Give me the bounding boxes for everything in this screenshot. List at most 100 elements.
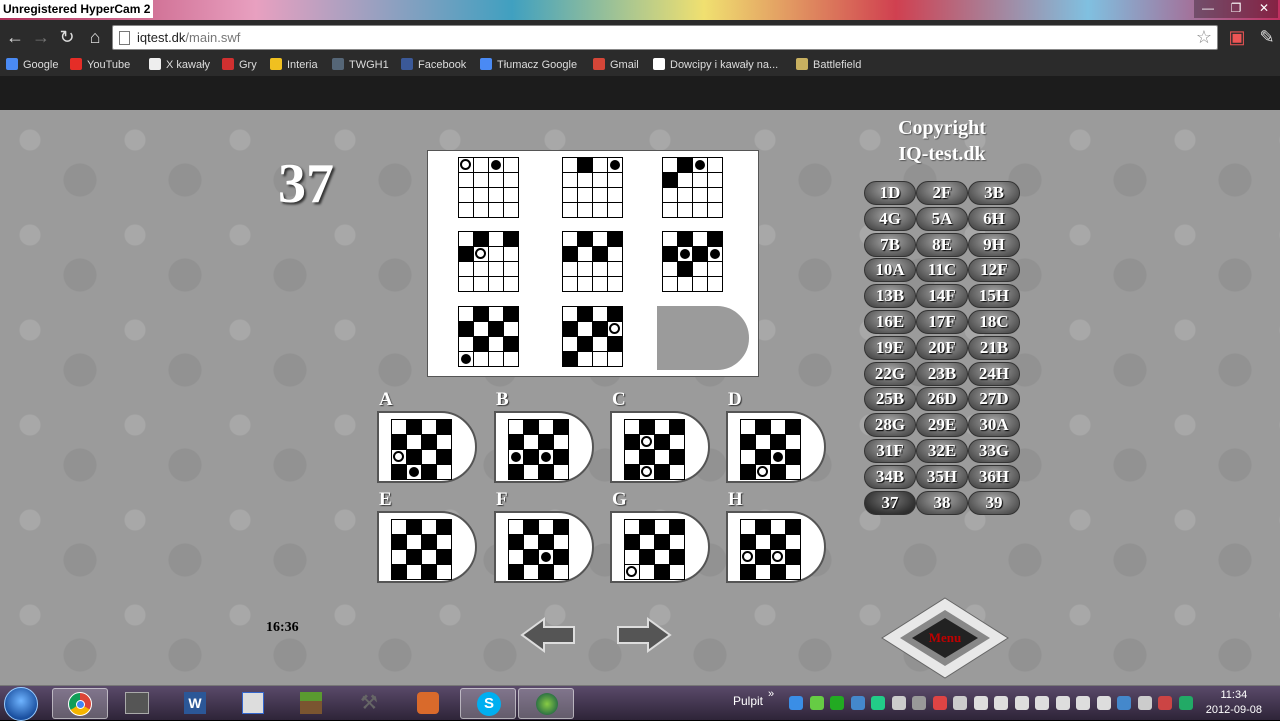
bookmark-10[interactable]: Battlefield bbox=[796, 56, 861, 74]
address-bar[interactable]: iqtest.dk/main.swf ☆ bbox=[112, 25, 1218, 50]
answer-badge[interactable]: 27D bbox=[968, 387, 1020, 412]
tray-icon[interactable] bbox=[1117, 696, 1131, 710]
answer-badge[interactable]: 22G bbox=[864, 361, 916, 386]
forward-icon[interactable]: → bbox=[30, 27, 52, 49]
answer-option-c[interactable] bbox=[610, 411, 710, 483]
bookmark-3[interactable]: Gry bbox=[222, 56, 257, 74]
answer-badge[interactable]: 18C bbox=[968, 310, 1020, 334]
next-arrow-icon[interactable] bbox=[614, 615, 674, 655]
answer-badge[interactable]: 1D bbox=[864, 181, 916, 205]
close-icon[interactable]: ✕ bbox=[1250, 0, 1278, 18]
bookmark-2[interactable]: X kawały bbox=[149, 56, 210, 74]
answer-option-h[interactable] bbox=[726, 511, 826, 583]
tray-icon[interactable] bbox=[1014, 696, 1029, 710]
answer-badge[interactable]: 16E bbox=[864, 310, 916, 334]
tray-icon[interactable] bbox=[994, 696, 1008, 710]
tray-icon[interactable] bbox=[809, 696, 824, 710]
tray-icon[interactable] bbox=[953, 696, 967, 710]
tray-icon[interactable] bbox=[1055, 696, 1070, 710]
bookmark-0[interactable]: Google bbox=[6, 56, 58, 74]
answer-badge[interactable]: 39 bbox=[968, 490, 1020, 515]
tray-icon[interactable] bbox=[1076, 696, 1090, 710]
answer-badge[interactable]: 5A bbox=[916, 206, 968, 231]
answer-badge[interactable]: 7B bbox=[864, 232, 916, 257]
answer-badge[interactable]: 31F bbox=[864, 439, 916, 463]
tray-icon[interactable] bbox=[891, 696, 906, 710]
taskbar-app[interactable] bbox=[110, 688, 166, 719]
clock[interactable]: 11:34 2012-09-08 bbox=[1206, 688, 1262, 718]
answer-badge[interactable]: 9H bbox=[968, 232, 1020, 257]
answer-option-d[interactable] bbox=[726, 411, 826, 483]
taskbar-pickaxe[interactable]: ⚒ bbox=[342, 688, 398, 719]
start-button[interactable] bbox=[4, 687, 38, 721]
answer-badge[interactable]: 13B bbox=[864, 284, 916, 309]
previous-arrow-icon[interactable] bbox=[518, 615, 578, 655]
answer-badge[interactable]: 33G bbox=[968, 439, 1020, 463]
url-text[interactable]: iqtest.dk/main.swf bbox=[137, 30, 240, 45]
answer-badge[interactable]: 23B bbox=[916, 361, 968, 386]
taskbar-messenger[interactable] bbox=[518, 688, 574, 719]
answer-badge[interactable]: 24H bbox=[968, 361, 1020, 386]
bookmark-4[interactable]: Interia bbox=[270, 56, 318, 74]
taskbar-skype[interactable]: S bbox=[460, 688, 516, 719]
reload-icon[interactable]: ↻ bbox=[56, 27, 78, 49]
answer-badge[interactable]: 29E bbox=[916, 413, 968, 438]
answer-badge[interactable]: 26D bbox=[916, 387, 968, 412]
chevron-icon[interactable]: » bbox=[768, 688, 774, 700]
answer-option-a[interactable] bbox=[377, 411, 477, 483]
answer-option-f[interactable] bbox=[494, 511, 594, 583]
home-icon[interactable]: ⌂ bbox=[84, 27, 106, 49]
pulpit-toolbar[interactable]: Pulpit bbox=[733, 694, 763, 708]
taskbar-minecraft[interactable] bbox=[284, 688, 340, 719]
bookmark-8[interactable]: Gmail bbox=[593, 56, 639, 74]
back-icon[interactable]: ← bbox=[4, 27, 26, 49]
tray-icon[interactable] bbox=[1096, 696, 1111, 710]
answer-badge[interactable]: 17F bbox=[916, 310, 968, 334]
answer-option-e[interactable] bbox=[377, 511, 477, 583]
answer-option-g[interactable] bbox=[610, 511, 710, 583]
taskbar-word[interactable]: W bbox=[168, 688, 224, 719]
answer-badge[interactable]: 11C bbox=[916, 258, 968, 283]
maximize-icon[interactable]: ❐ bbox=[1222, 0, 1250, 18]
answer-badge[interactable]: 38 bbox=[916, 490, 968, 515]
tray-icon[interactable] bbox=[973, 696, 988, 710]
answer-badge[interactable]: 32E bbox=[916, 439, 968, 463]
tray-icon[interactable] bbox=[1178, 696, 1193, 710]
answer-badge[interactable]: 19E bbox=[864, 335, 916, 360]
tray-icon[interactable] bbox=[912, 696, 926, 710]
tray-icon[interactable] bbox=[830, 696, 844, 710]
tray-icon[interactable] bbox=[850, 696, 865, 710]
answer-badge[interactable]: 15H bbox=[968, 284, 1020, 309]
taskbar-tool[interactable] bbox=[400, 688, 456, 719]
tray-icon[interactable] bbox=[1137, 696, 1152, 710]
answer-badge[interactable]: 37 bbox=[864, 490, 916, 515]
taskbar-paint[interactable] bbox=[226, 688, 282, 719]
bookmark-6[interactable]: Facebook bbox=[401, 56, 466, 74]
answer-badge[interactable]: 12F bbox=[968, 258, 1020, 283]
tray-icon[interactable] bbox=[1035, 696, 1049, 710]
tray-icon[interactable] bbox=[932, 696, 947, 710]
tray-icon[interactable] bbox=[789, 696, 803, 710]
answer-badge[interactable]: 35H bbox=[916, 464, 968, 489]
bookmark-9[interactable]: Dowcipy i kawały na... bbox=[653, 56, 778, 74]
star-icon[interactable]: ☆ bbox=[1196, 27, 1212, 48]
minimize-icon[interactable]: — bbox=[1194, 0, 1222, 18]
answer-badge[interactable]: 25B bbox=[864, 387, 916, 412]
answer-badge[interactable]: 10A bbox=[864, 258, 916, 283]
answer-badge[interactable]: 14F bbox=[916, 284, 968, 309]
answer-badge[interactable]: 4G bbox=[864, 206, 916, 231]
answer-badge[interactable]: 3B bbox=[968, 181, 1020, 205]
answer-badge[interactable]: 6H bbox=[968, 206, 1020, 231]
taskbar-chrome[interactable] bbox=[52, 688, 108, 719]
tray-icon[interactable] bbox=[871, 696, 885, 710]
answer-badge[interactable]: 2F bbox=[916, 181, 968, 205]
answer-badge[interactable]: 20F bbox=[916, 335, 968, 360]
bookmark-7[interactable]: Tłumacz Google bbox=[480, 56, 577, 74]
answer-badge[interactable]: 21B bbox=[968, 335, 1020, 360]
tray-icon[interactable] bbox=[1158, 696, 1172, 710]
answer-badge[interactable]: 34B bbox=[864, 464, 916, 489]
bookmark-1[interactable]: YouTube bbox=[70, 56, 130, 74]
answer-badge[interactable]: 8E bbox=[916, 232, 968, 257]
answer-badge[interactable]: 28G bbox=[864, 413, 916, 438]
answer-option-b[interactable] bbox=[494, 411, 594, 483]
